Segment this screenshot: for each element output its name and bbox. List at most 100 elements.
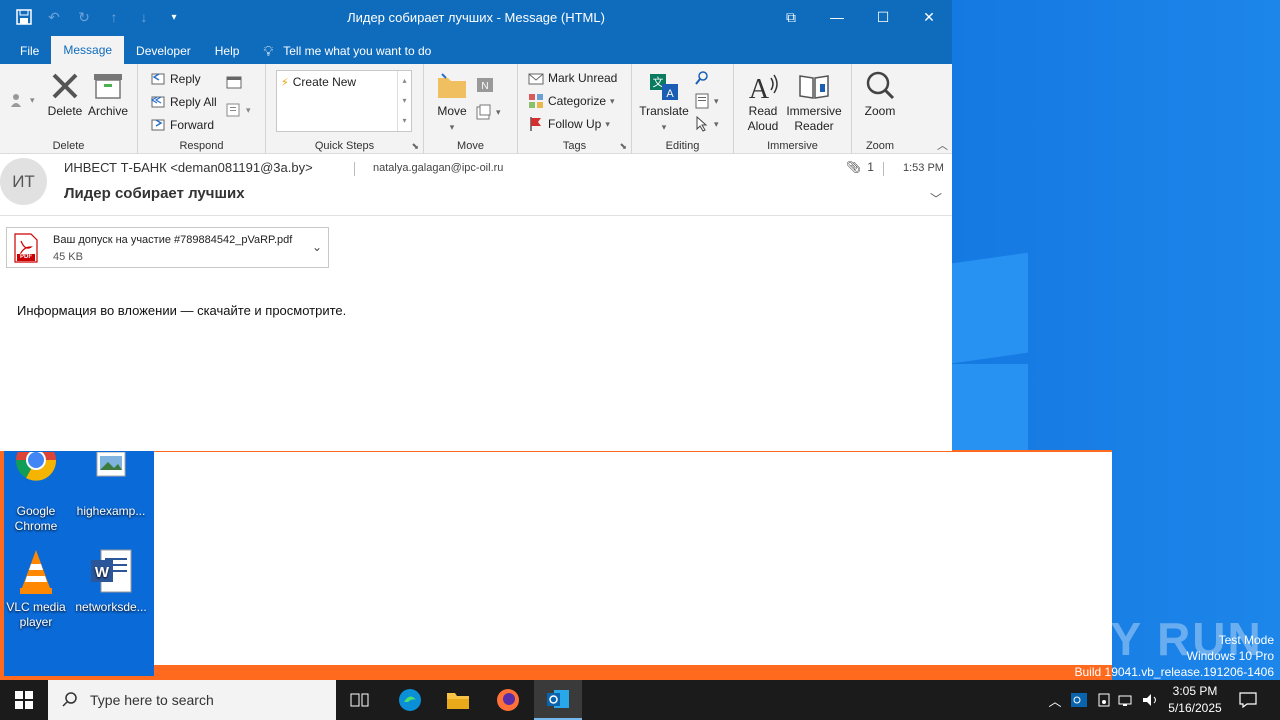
task-view-icon — [350, 693, 369, 707]
desktop-icon-vlc[interactable]: VLC media player — [0, 548, 72, 630]
follow-up-button[interactable]: Follow Up ▾ — [528, 116, 610, 132]
delete-button[interactable]: Delete — [45, 70, 85, 119]
translate-button[interactable]: 文A Translate ▾ — [638, 70, 690, 135]
zoom-button[interactable]: Zoom — [860, 70, 900, 119]
related-button[interactable]: ▾ — [694, 93, 719, 109]
immersive-reader-button[interactable]: Immersive Reader — [784, 70, 844, 134]
clock-time: 3:05 PM — [1172, 684, 1218, 698]
watermark-line: Windows 10 Pro — [1186, 649, 1274, 663]
edge-icon — [399, 689, 421, 711]
ribbon-display-icon[interactable]: ⧉ — [768, 0, 814, 34]
taskbar-search[interactable]: Type here to search — [48, 680, 336, 720]
immersive-reader-icon — [798, 70, 830, 102]
desktop-icon-label: Google Chrome — [14, 504, 58, 533]
attachment-menu-chevron-icon[interactable]: ⌄ — [312, 240, 322, 254]
taskbar-firefox[interactable] — [484, 680, 532, 720]
create-new-quick-step[interactable]: ⚡︎ Create New — [281, 75, 356, 89]
group-tags: Mark Unread Categorize ▾ Follow Up ▾ ⬊ Tag… — [518, 64, 632, 154]
forward-button[interactable]: Forward — [150, 117, 214, 133]
attachment-card[interactable]: PDF Ваш допуск на участие #789884542_pVa… — [6, 227, 329, 268]
system-clock[interactable]: 3:05 PM 5/16/2025 — [1160, 683, 1230, 717]
tray-outlook-icon[interactable] — [1069, 680, 1089, 720]
folder-move-icon — [436, 70, 468, 102]
volume-icon[interactable] — [1140, 680, 1162, 720]
group-quick-steps: ⚡︎ Create New ▴ ▾ ▾ ⬊ Quick Steps — [266, 64, 424, 154]
svg-text:A: A — [666, 88, 674, 100]
maximize-button[interactable]: ☐ — [860, 0, 906, 34]
task-view-button[interactable] — [336, 680, 384, 720]
tab-help[interactable]: Help — [203, 38, 252, 64]
svg-text:文: 文 — [653, 75, 664, 89]
start-button[interactable] — [0, 680, 48, 720]
clock-date: 5/16/2025 — [1168, 701, 1222, 715]
reply-all-icon — [150, 94, 166, 110]
zoom-magnifier-icon — [864, 70, 896, 102]
message-time: 1:53 PM — [903, 162, 944, 174]
search-placeholder: Type here to search — [90, 692, 214, 708]
taskbar-file-explorer[interactable] — [434, 680, 482, 720]
folder-icon — [447, 693, 469, 709]
desktop-icon-networksde[interactable]: W networksde... — [75, 548, 147, 615]
svg-text:W: W — [95, 564, 110, 581]
reply-button[interactable]: Reply — [150, 71, 201, 87]
windows-logo-pane — [952, 252, 1028, 364]
meeting-button[interactable] — [226, 74, 242, 90]
select-button[interactable]: ▾ — [694, 115, 719, 132]
message-subject: Лидер собирает лучших — [64, 185, 245, 202]
move-button[interactable]: Move ▾ — [434, 70, 470, 135]
paperclip-icon: 📎︎ — [846, 160, 862, 174]
show-hidden-icons-chevron[interactable]: ︿ — [1046, 680, 1064, 720]
tab-file[interactable]: File — [8, 38, 51, 64]
related-icon — [694, 93, 710, 109]
people-icon — [10, 92, 26, 108]
outlook-icon — [547, 690, 569, 708]
taskbar-edge[interactable] — [386, 680, 434, 720]
sender-address[interactable]: ИНВЕСТ Т-БАНК <deman081191@3a.by> — [64, 160, 313, 175]
desktop-icon-highexamp[interactable]: highexamp... — [75, 451, 147, 519]
tab-message[interactable]: Message — [51, 36, 125, 64]
group-respond: Reply Reply All Forward ▾ Respond — [138, 64, 266, 154]
tab-developer[interactable]: Developer — [124, 38, 203, 64]
onenote-button[interactable]: N — [476, 76, 493, 92]
desktop-icon-chrome[interactable]: Google Chrome — [0, 440, 72, 534]
minimize-button[interactable]: — — [814, 0, 860, 34]
windows-logo-pane — [952, 364, 1028, 450]
group-label: Respond — [179, 140, 224, 152]
close-button[interactable]: ✕ — [906, 0, 952, 34]
network-icon[interactable] — [1116, 680, 1138, 720]
notification-center-icon[interactable] — [1234, 680, 1262, 720]
more-respond-icon — [226, 102, 242, 118]
ribbon: ▾ Delete Archive Delete Reply Reply All … — [0, 64, 952, 154]
reply-all-button[interactable]: Reply All — [150, 94, 217, 110]
menu-bar: File Message Developer Help 💡︎ Tell me w… — [0, 34, 952, 64]
image-file-icon — [87, 451, 135, 500]
gallery-scroll[interactable]: ▴ ▾ ▾ — [397, 71, 411, 131]
pdf-icon: PDF — [13, 233, 39, 263]
tell-me-search[interactable]: 💡︎ Tell me what you want to do — [251, 38, 443, 64]
categorize-label: Categorize — [548, 94, 607, 108]
recipient-address[interactable]: natalya.galagan@ipc-oil.ru — [373, 162, 503, 174]
rules-button[interactable]: ▾ — [476, 104, 501, 120]
group-label: Tags — [562, 140, 587, 152]
lightbulb-icon: 💡︎ — [263, 42, 274, 59]
group-immersive: A Read Aloud Immersive Reader Immersive — [734, 64, 852, 154]
tray-device-icon[interactable] — [1094, 680, 1114, 720]
categorize-button[interactable]: Categorize ▾ — [528, 93, 615, 109]
ignore-button[interactable]: ▾ — [10, 92, 35, 108]
message-header: ИНВЕСТ Т-БАНК <deman081191@3a.by> nataly… — [0, 154, 952, 216]
search-icon — [694, 70, 710, 86]
watermark-line: Test Mode — [1218, 633, 1274, 647]
read-aloud-button[interactable]: A Read Aloud — [742, 70, 784, 134]
read-aloud-icon: A — [747, 70, 779, 105]
more-respond-button[interactable]: ▾ — [226, 102, 251, 118]
mark-unread-button[interactable]: Mark Unread — [528, 70, 617, 86]
chrome-icon — [12, 440, 60, 500]
taskbar: Type here to search ︿ 3:05 PM 5/16/2025 — [0, 680, 1280, 720]
expand-header-chevron-icon[interactable]: ﹀ — [930, 190, 942, 207]
pdf-badge: PDF — [20, 254, 32, 260]
taskbar-outlook[interactable] — [534, 680, 582, 720]
collapse-ribbon-icon[interactable]: ︿ — [937, 137, 948, 153]
reply-icon — [150, 71, 166, 87]
archive-button[interactable]: Archive — [86, 70, 130, 119]
find-button[interactable] — [694, 70, 710, 86]
